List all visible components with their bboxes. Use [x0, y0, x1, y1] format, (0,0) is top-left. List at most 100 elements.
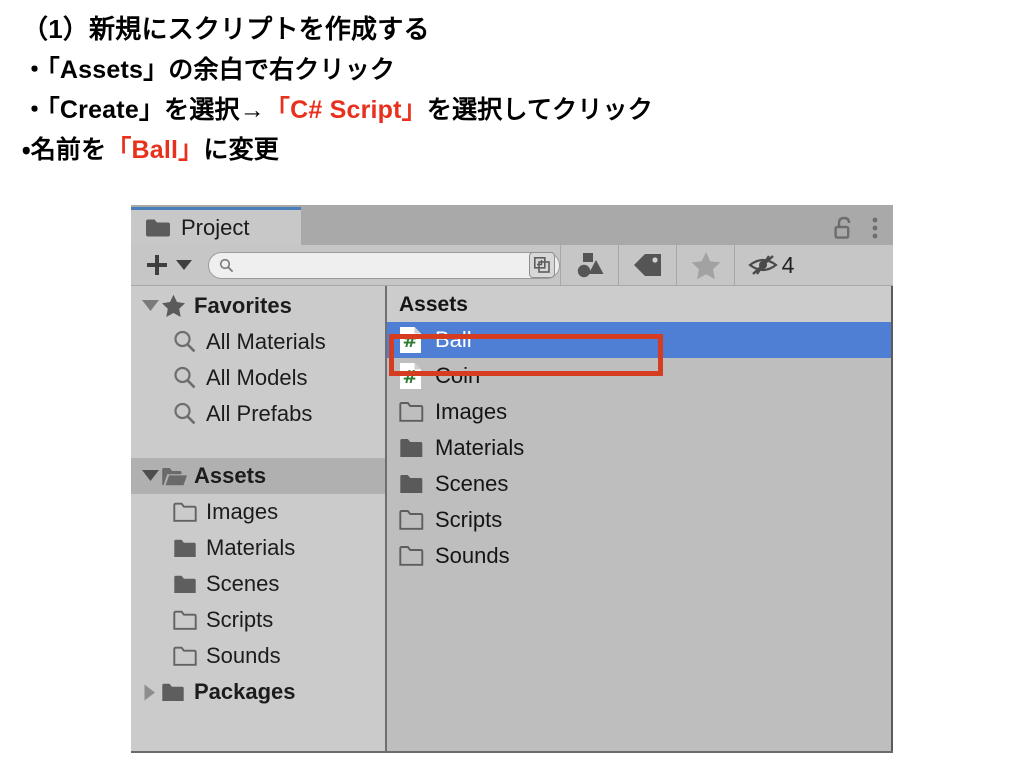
- breadcrumb: Assets: [387, 286, 891, 322]
- tree-item-scenes[interactable]: Scenes: [131, 566, 385, 602]
- label-filter-icon[interactable]: [619, 245, 676, 286]
- tree-label-scripts: Scripts: [206, 607, 274, 632]
- folder-filled-icon: [173, 538, 201, 559]
- asset-row-scenes[interactable]: Scenes: [387, 466, 891, 502]
- hidden-items-button[interactable]: 4: [735, 245, 807, 286]
- tree-header-favorites[interactable]: Favorites: [131, 288, 385, 324]
- unlocked-padlock-icon[interactable]: [833, 215, 855, 241]
- asset-row-coin[interactable]: # Coin: [387, 358, 891, 394]
- asset-row-images[interactable]: Images: [387, 394, 891, 430]
- unity-project-panel: Project 4 Favorites All Materials All Mo…: [131, 205, 893, 753]
- folder-filled-icon: [399, 473, 429, 495]
- asset-row-sounds[interactable]: Sounds: [387, 538, 891, 574]
- instruction-block: （1）新規にスクリプトを作成する ・「Assets」の余白で右クリック ・「Cr…: [22, 8, 1002, 170]
- folder-outline-icon: [173, 502, 201, 523]
- chevron-down-icon[interactable]: [139, 470, 161, 482]
- folder-filled-icon: [173, 574, 201, 595]
- search-icon: [173, 366, 201, 390]
- asset-label-scenes: Scenes: [435, 471, 509, 496]
- folder-outline-icon: [173, 610, 201, 631]
- search-box[interactable]: [208, 251, 560, 279]
- asset-label-scripts: Scripts: [435, 507, 503, 532]
- tree-label-packages: Packages: [194, 679, 296, 704]
- chevron-down-icon[interactable]: [139, 300, 161, 312]
- bullet-3-highlight: 「Ball」: [106, 136, 204, 164]
- chevron-right-icon[interactable]: [139, 684, 161, 701]
- tab-project[interactable]: Project: [131, 207, 301, 245]
- tree-label-all-materials: All Materials: [206, 329, 326, 354]
- tab-strip-controls: [833, 215, 893, 245]
- asset-label-images: Images: [435, 399, 508, 424]
- expand-search-icon[interactable]: [529, 252, 555, 278]
- search-icon: [173, 330, 201, 354]
- folder-outline-icon: [399, 509, 429, 531]
- panel-body: Favorites All Materials All Models All P…: [131, 286, 893, 753]
- bullet-3-text-b: に変更: [203, 136, 279, 164]
- panel-tab-strip: Project: [131, 205, 893, 245]
- folder-outline-icon: [399, 545, 429, 567]
- search-input[interactable]: [241, 255, 529, 275]
- instruction-title: （1）新規にスクリプトを作成する: [22, 14, 430, 44]
- tree-header-packages[interactable]: Packages: [131, 674, 385, 710]
- breadcrumb-label-assets: Assets: [399, 292, 468, 316]
- tree-label-scenes: Scenes: [206, 571, 280, 596]
- open-folder-icon: [161, 466, 189, 487]
- csharp-script-icon: #: [399, 362, 429, 390]
- asset-label-materials: Materials: [435, 435, 525, 460]
- tree-label-all-models: All Models: [206, 365, 308, 390]
- tree-label-favorites: Favorites: [194, 293, 292, 318]
- tree-label-images: Images: [206, 499, 279, 524]
- create-asset-button[interactable]: [139, 253, 198, 277]
- tree-header-assets[interactable]: Assets: [131, 458, 385, 494]
- tree-item-all-models[interactable]: All Models: [131, 360, 385, 396]
- search-icon: [173, 402, 201, 426]
- chevron-down-icon: [176, 259, 192, 271]
- plus-icon: [145, 253, 169, 277]
- search-icon: [219, 258, 234, 273]
- tree-item-sounds[interactable]: Sounds: [131, 638, 385, 674]
- tree-item-materials[interactable]: Materials: [131, 530, 385, 566]
- asset-label-coin: Coin: [435, 363, 481, 388]
- asset-label-sounds: Sounds: [435, 543, 510, 568]
- kebab-menu-icon[interactable]: [871, 215, 879, 241]
- panel-toolbar: 4: [131, 244, 893, 286]
- bullet-2-text-b: を選択してクリック: [426, 96, 653, 124]
- bullet-2-highlight: 「C# Script」: [264, 96, 427, 124]
- tree-label-materials: Materials: [206, 535, 296, 560]
- asset-row-ball[interactable]: # Ball: [387, 322, 891, 358]
- tree-section-gap: [131, 432, 385, 458]
- tree-label-assets: Assets: [194, 463, 267, 488]
- csharp-script-icon: #: [399, 326, 429, 354]
- star-icon: [161, 294, 189, 318]
- svg-text:#: #: [402, 331, 417, 352]
- project-tree-pane: Favorites All Materials All Models All P…: [131, 286, 387, 751]
- hidden-items-count: 4: [781, 251, 795, 278]
- asset-row-scripts[interactable]: Scripts: [387, 502, 891, 538]
- folder-icon: [145, 218, 171, 238]
- instruction-bullet-2: ・「Create」を選択→「C# Script」を選択してクリック: [22, 90, 1002, 130]
- tree-item-all-prefabs[interactable]: All Prefabs: [131, 396, 385, 432]
- tree-label-sounds: Sounds: [206, 643, 281, 668]
- project-content-pane: Assets # Ball # Coin Images Materials Sc…: [387, 286, 893, 751]
- folder-filled-icon: [161, 682, 189, 703]
- asset-label-ball: Ball: [435, 327, 472, 352]
- instruction-bullet-3: ・名前を「Ball」に変更: [22, 130, 1002, 170]
- folder-outline-icon: [399, 401, 429, 423]
- asset-row-materials[interactable]: Materials: [387, 430, 891, 466]
- tree-label-all-prefabs: All Prefabs: [206, 401, 313, 426]
- folder-filled-icon: [399, 437, 429, 459]
- folder-outline-icon: [173, 646, 201, 667]
- tab-project-label: Project: [181, 214, 250, 240]
- svg-text:#: #: [402, 367, 417, 388]
- bullet-2-text-a: ・「Create」を選択→: [22, 96, 265, 124]
- bullet-1-text: ・「Assets」の余白で右クリック: [22, 56, 396, 84]
- instruction-bullet-1: ・「Assets」の余白で右クリック: [22, 50, 1002, 90]
- bullet-3-text-a: ・名前を: [22, 136, 107, 164]
- favorites-star-icon[interactable]: [677, 245, 734, 286]
- tree-item-scripts[interactable]: Scripts: [131, 602, 385, 638]
- tree-item-all-materials[interactable]: All Materials: [131, 324, 385, 360]
- tree-item-images[interactable]: Images: [131, 494, 385, 530]
- project-content-inner: Assets # Ball # Coin Images Materials Sc…: [387, 286, 893, 751]
- type-filter-icon[interactable]: [561, 245, 618, 286]
- hidden-eye-icon: [747, 253, 778, 277]
